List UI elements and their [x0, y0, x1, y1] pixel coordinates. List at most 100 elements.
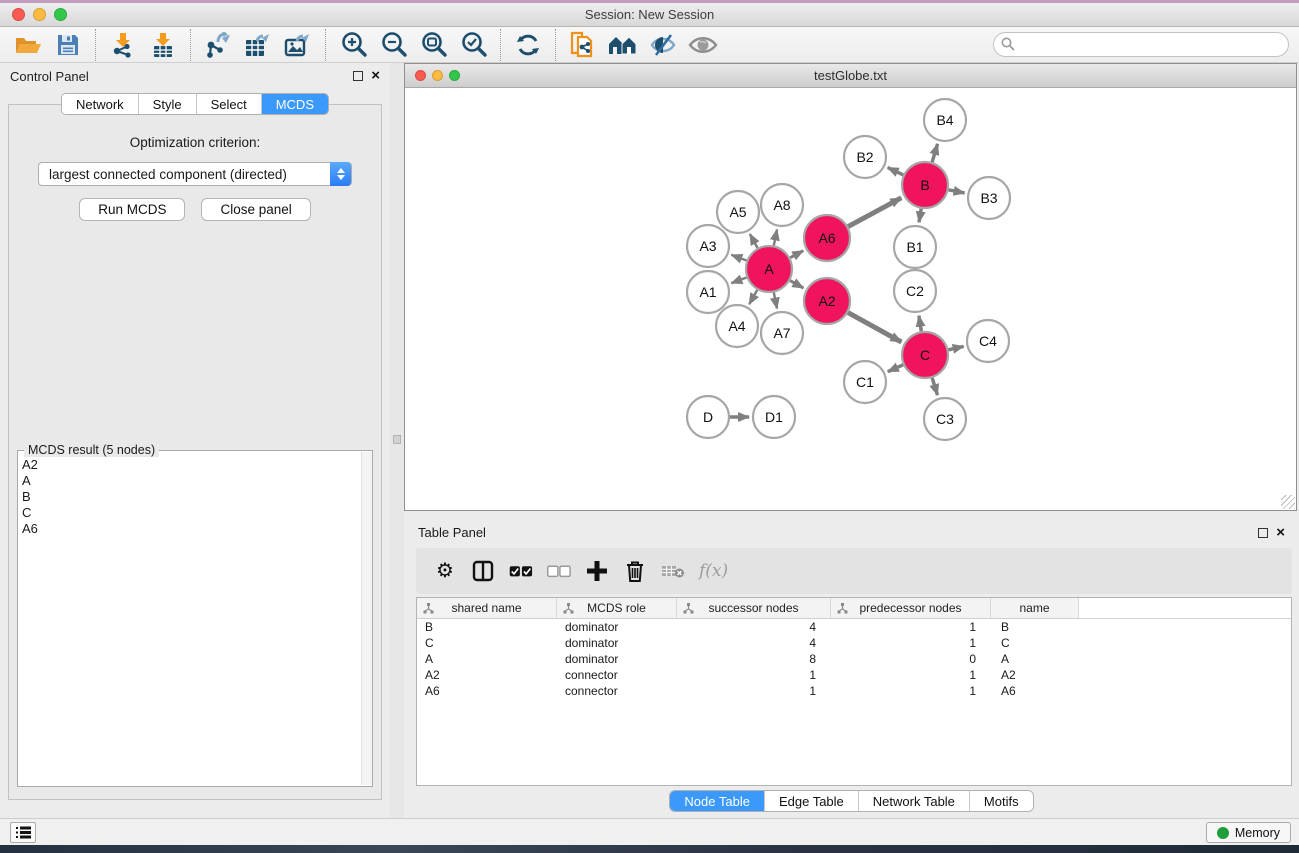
- delete-columns-button[interactable]: [623, 559, 647, 583]
- select-all-columns-button[interactable]: [509, 559, 533, 583]
- refresh-view-button[interactable]: [508, 28, 548, 62]
- graph-edge-A-A3[interactable]: [731, 255, 746, 261]
- table-row[interactable]: A2connector11A2: [417, 667, 1291, 683]
- zoom-in-button[interactable]: [333, 28, 373, 62]
- window-title: Session: New Session: [0, 7, 1299, 22]
- import-table-button[interactable]: [143, 28, 183, 62]
- table-settings-button[interactable]: ⚙: [433, 559, 457, 583]
- close-panel-icon[interactable]: ×: [371, 71, 380, 81]
- float-panel-icon[interactable]: [353, 71, 363, 81]
- graph-node-label-B2: B2: [856, 149, 873, 165]
- column-tree-icon: [683, 603, 694, 614]
- show-details-eye-icon: [688, 34, 718, 56]
- tab-network[interactable]: Network: [62, 94, 138, 114]
- table-row[interactable]: Adominator80A: [417, 651, 1291, 667]
- divider-handle[interactable]: [393, 435, 401, 444]
- table-tab-node-table[interactable]: Node Table: [670, 791, 764, 811]
- show-panels-list-button[interactable]: [10, 822, 36, 843]
- show-graphics-details-button[interactable]: [683, 28, 723, 62]
- delete-table-button[interactable]: [661, 559, 685, 583]
- open-session-button[interactable]: [8, 28, 48, 62]
- mcds-result-list: A2ABCA6: [18, 451, 372, 537]
- hide-graphics-details-button[interactable]: [643, 28, 683, 62]
- column-header-name[interactable]: name: [991, 598, 1079, 618]
- export-network-button[interactable]: [198, 28, 238, 62]
- split-pane-divider[interactable]: [390, 63, 404, 818]
- zoom-selected-icon: [460, 31, 487, 58]
- export-image-button[interactable]: [278, 28, 318, 62]
- graph-node-label-A6: A6: [818, 230, 835, 246]
- table-tab-motifs[interactable]: Motifs: [969, 791, 1033, 811]
- mcds-panel-body: Optimization criterion: largest connecte…: [8, 104, 382, 800]
- cell-predecessor_nodes: 1: [831, 636, 991, 650]
- memory-label: Memory: [1235, 826, 1280, 840]
- close-panel-button[interactable]: Close panel: [201, 198, 310, 221]
- graph-node-label-D1: D1: [765, 409, 783, 425]
- window-resize-grip[interactable]: [1281, 495, 1295, 509]
- graph-edge-B-B2[interactable]: [888, 168, 904, 175]
- clone-network-button[interactable]: [563, 28, 603, 62]
- add-column-button[interactable]: [585, 559, 609, 583]
- table-tab-network-table[interactable]: Network Table: [858, 791, 969, 811]
- run-mcds-button[interactable]: Run MCDS: [79, 198, 185, 221]
- graph-edge-A6-B[interactable]: [848, 198, 901, 227]
- result-scrollbar[interactable]: [361, 452, 372, 785]
- mcds-result-item[interactable]: A2: [22, 457, 368, 473]
- tab-style[interactable]: Style: [138, 94, 196, 114]
- graph-edge-A-A1[interactable]: [731, 278, 746, 284]
- table-tab-edge-table[interactable]: Edge Table: [764, 791, 858, 811]
- search-input[interactable]: [993, 32, 1289, 57]
- graph-edge-A-A5[interactable]: [750, 234, 758, 248]
- graph-edge-A2-C[interactable]: [848, 313, 901, 342]
- home-genemania-button[interactable]: [603, 28, 643, 62]
- toolbar-separator: [500, 29, 501, 61]
- mcds-result-item[interactable]: C: [22, 505, 368, 521]
- zoom-selected-button[interactable]: [453, 28, 493, 62]
- graph-edge-A-A7[interactable]: [774, 293, 777, 309]
- list-icon: [16, 826, 31, 839]
- table-row[interactable]: Cdominator41C: [417, 635, 1291, 651]
- graph-edge-B-B4[interactable]: [932, 144, 938, 162]
- graph-edge-C-C4[interactable]: [948, 346, 963, 349]
- mcds-result-item[interactable]: A6: [22, 521, 368, 537]
- network-canvas[interactable]: B4B2BB3A5A8A6A3B1AA1C2A2A4A7CC4C1C3DD1: [405, 88, 1296, 510]
- zoom-fit-button[interactable]: [413, 28, 453, 62]
- tab-mcds[interactable]: MCDS: [261, 94, 328, 114]
- memory-button[interactable]: Memory: [1206, 822, 1291, 843]
- column-header-predecessor-nodes[interactable]: predecessor nodes: [831, 598, 991, 618]
- desktop-wallpaper-bottom: [0, 845, 1299, 853]
- unchecked-boxes-icon: [547, 565, 571, 578]
- function-builder-button[interactable]: f(x): [699, 559, 728, 583]
- float-table-panel-icon[interactable]: [1258, 528, 1268, 538]
- graph-edge-B-B3[interactable]: [949, 190, 965, 193]
- criterion-select[interactable]: largest connected component (directed): [38, 162, 352, 186]
- table-row[interactable]: Bdominator41B: [417, 619, 1291, 635]
- table-row[interactable]: A6connector11A6: [417, 683, 1291, 699]
- zoom-out-button[interactable]: [373, 28, 413, 62]
- table-header-row: shared nameMCDS rolesuccessor nodesprede…: [417, 598, 1291, 619]
- graph-edge-C-C2[interactable]: [919, 316, 921, 332]
- column-header-successor-nodes[interactable]: successor nodes: [677, 598, 831, 618]
- cell-shared_name: B: [417, 620, 557, 634]
- graph-edge-B-B1[interactable]: [919, 209, 921, 223]
- graph-edge-C-C3[interactable]: [932, 378, 937, 395]
- unselect-all-columns-button[interactable]: [547, 559, 571, 583]
- graph-edge-A-A2[interactable]: [790, 281, 803, 288]
- close-table-panel-icon[interactable]: ×: [1276, 528, 1285, 538]
- graph-edge-A-A4[interactable]: [749, 290, 757, 304]
- graph-edge-A-A8[interactable]: [774, 230, 777, 246]
- cell-name: B: [991, 620, 1079, 634]
- save-session-button[interactable]: [48, 28, 88, 62]
- graph-edge-A-A6[interactable]: [790, 251, 803, 258]
- mcds-result-item[interactable]: A: [22, 473, 368, 489]
- cell-successor_nodes: 4: [677, 636, 831, 650]
- show-column-button[interactable]: [471, 559, 495, 583]
- export-table-button[interactable]: [238, 28, 278, 62]
- table-panel-title: Table Panel: [418, 525, 486, 540]
- tab-select[interactable]: Select: [196, 94, 261, 114]
- column-header-shared-name[interactable]: shared name: [417, 598, 557, 618]
- column-header-MCDS-role[interactable]: MCDS role: [557, 598, 677, 618]
- mcds-result-item[interactable]: B: [22, 489, 368, 505]
- import-network-button[interactable]: [103, 28, 143, 62]
- graph-edge-C-C1[interactable]: [888, 365, 903, 372]
